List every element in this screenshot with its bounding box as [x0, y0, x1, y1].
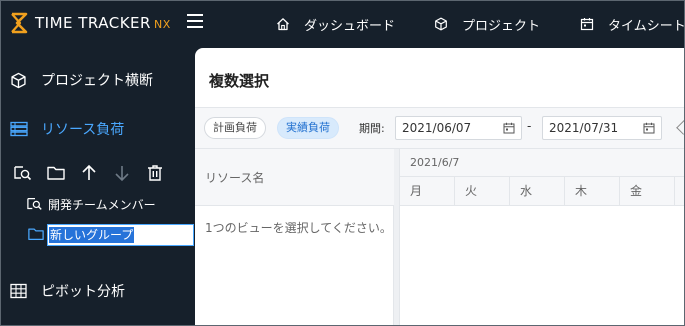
sidebar-item-resource-load[interactable]: リソース負荷	[0, 114, 195, 144]
cube-icon	[11, 72, 26, 88]
calendar-icon	[580, 18, 594, 31]
page-title: 複数選択	[209, 72, 270, 90]
sidebar-item-label: ピボット分析	[41, 284, 125, 300]
sidebar-item-label: プロジェクト横断	[41, 73, 153, 89]
view-search-icon	[27, 198, 42, 210]
resource-column: リソース名 1つのビューを選択してください。	[195, 149, 394, 326]
brand-suffix: NX	[153, 18, 171, 31]
divider	[195, 107, 685, 108]
group-name-value: 新しいグループ	[49, 227, 135, 243]
nav-dashboard-label: ダッシュボード	[304, 18, 396, 34]
calendar-day-headers: 月 火 水 木 金	[400, 177, 685, 206]
cube-icon	[435, 17, 447, 31]
tree-view-item[interactable]: 開発チームメンバー	[26, 194, 156, 214]
week-start-label: 2021/6/7	[410, 156, 460, 169]
group-name-input[interactable]: 新しいグループ	[47, 224, 194, 246]
date-to-value: 2021/07/31	[549, 121, 619, 135]
brand-logo-icon	[11, 12, 28, 34]
date-to-field[interactable]: 2021/07/31	[542, 116, 662, 140]
sidebar: プロジェクト横断 リソース負荷 開発チームメンバー 新しいグループ ピボット分析	[0, 48, 195, 326]
nav-dashboard[interactable]: ダッシュボード	[276, 13, 395, 35]
nav-projects[interactable]: プロジェクト	[434, 13, 540, 35]
day-header: 火	[455, 177, 510, 206]
date-from-value: 2021/06/07	[402, 121, 472, 135]
home-icon	[277, 18, 289, 31]
main-panel: 複数選択 計画負荷 実績負荷 期間: 2021/06/07 - 2021/07/…	[195, 48, 685, 326]
folder-icon[interactable]	[46, 163, 66, 183]
resource-header-label: リソース名	[205, 171, 265, 185]
trash-icon[interactable]	[145, 163, 165, 183]
date-separator: -	[527, 119, 532, 133]
table-grid-icon	[10, 283, 27, 299]
day-header: 月	[400, 177, 455, 206]
folder-icon	[28, 228, 44, 240]
filter-toolbar: 計画負荷 実績負荷 期間: 2021/06/07 - 2021/07/31	[195, 107, 685, 149]
hamburger-menu-icon[interactable]	[187, 14, 203, 30]
date-from-field[interactable]: 2021/06/07	[395, 116, 522, 140]
day-header: 金	[620, 177, 675, 206]
toolbar-overflow-icon[interactable]	[676, 119, 685, 135]
day-header: 木	[565, 177, 620, 206]
arrow-down-icon[interactable]	[112, 163, 132, 183]
sidebar-item-label: リソース負荷	[41, 122, 125, 138]
day-header: 水	[510, 177, 565, 206]
tree-view-label: 開発チームメンバー	[48, 197, 156, 212]
nav-projects-label: プロジェクト	[462, 18, 541, 34]
resource-column-header: リソース名	[195, 149, 394, 206]
calendar-icon[interactable]	[643, 122, 655, 134]
top-bar: TIME TRACKER NX ダッシュボード プロジェクト タイムシート	[0, 0, 685, 48]
brand-text: TIME TRACKER	[35, 14, 151, 32]
actual-load-toggle[interactable]: 実績負荷	[277, 117, 339, 139]
add-view-icon[interactable]	[13, 163, 33, 183]
period-label: 期間:	[359, 122, 385, 135]
sidebar-item-pivot-analysis[interactable]: ピボット分析	[0, 276, 195, 306]
arrow-up-icon[interactable]	[79, 163, 99, 183]
planned-load-toggle[interactable]: 計画負荷	[204, 117, 266, 139]
calendar-week-header: 2021/6/7	[400, 149, 685, 177]
calendar-icon[interactable]	[503, 122, 515, 134]
calendar-grid: 2021/6/7 月 火 水 木 金	[400, 149, 685, 326]
nav-timesheet[interactable]: タイムシート	[580, 13, 685, 35]
brand-name: TIME TRACKER NX	[35, 14, 171, 32]
nav-timesheet-label: タイムシート	[608, 18, 685, 34]
empty-state-message: 1つのビューを選択してください。	[205, 221, 392, 235]
sidebar-item-cross-project[interactable]: プロジェクト横断	[0, 65, 195, 95]
resource-list-icon	[10, 121, 28, 137]
